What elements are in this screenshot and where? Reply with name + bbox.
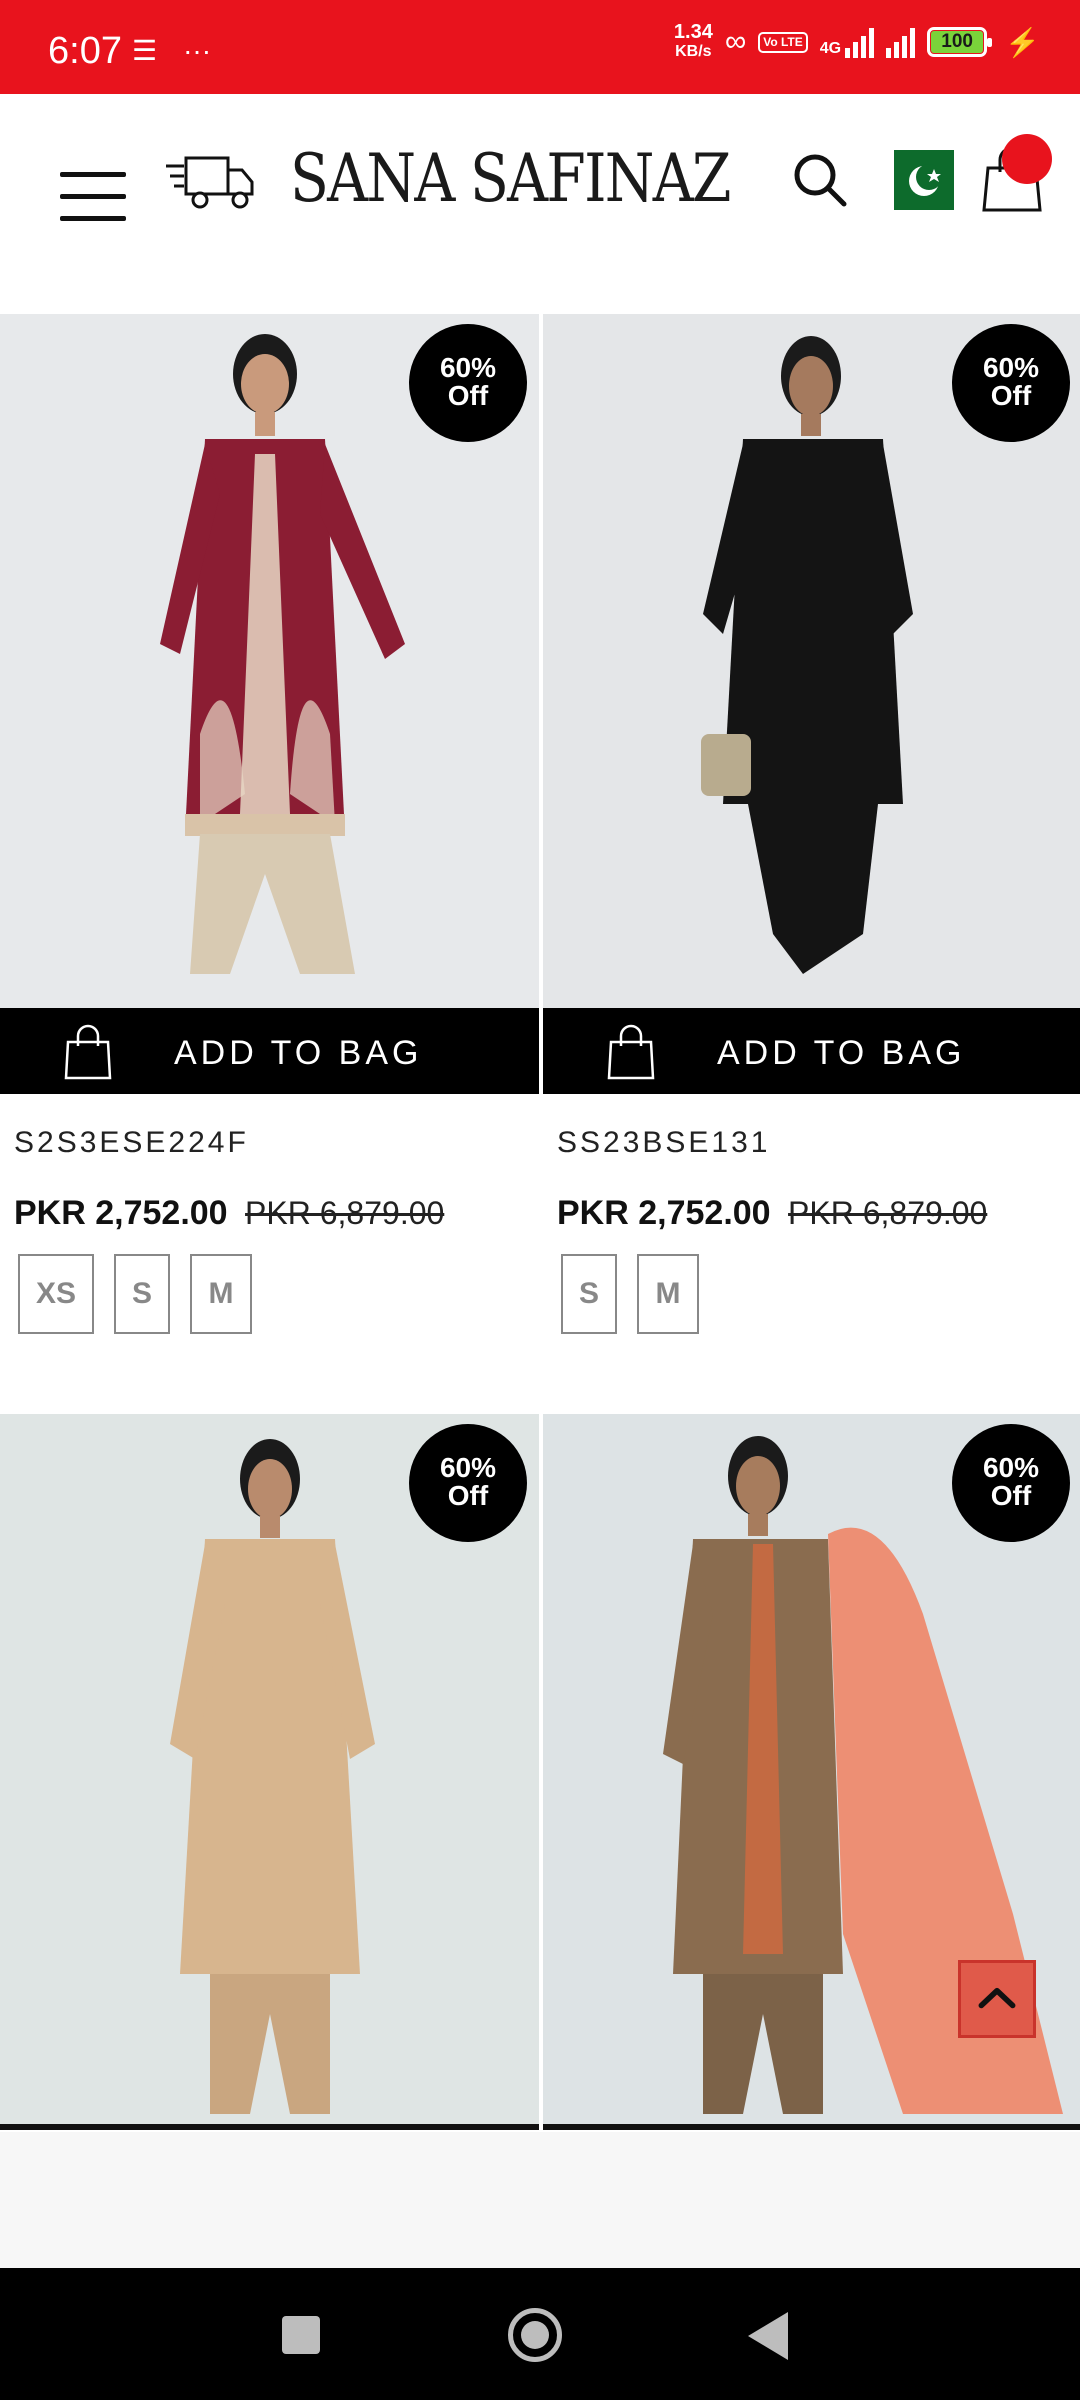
bag-icon [607,1024,655,1080]
scroll-to-top-button[interactable] [958,1960,1036,2038]
size-option-m[interactable]: M [190,1254,252,1334]
product-price: PKR 2,752.00 PKR 6,879.00 [14,1194,444,1233]
status-indicators: 1.34 KB/s ∞ Vo LTE 4G 100 ⚡ [674,22,1040,62]
cart-badge [1002,134,1052,184]
status-time: 6:07 [48,30,122,72]
product-card[interactable]: 60% Off [0,1414,539,2126]
bag-icon [64,1024,112,1080]
signal-bars-icon-2 [886,26,916,58]
original-price: PKR 6,879.00 [245,1195,445,1231]
speed-value: 1.34 [673,21,713,43]
signal-4g: 4G [819,26,875,58]
size-option-xs[interactable]: XS [18,1254,94,1334]
original-price: PKR 6,879.00 [788,1195,988,1231]
site-header: SANA SAFINAZ [0,94,1080,304]
speed-unit: KB/s [675,43,712,60]
product-card[interactable]: 60% Off ADD TO BAG S2S3ESE224F PKR 2,752… [0,314,539,1344]
battery-icon: 100 [927,27,993,57]
home-button[interactable] [508,2308,562,2362]
sale-price: PKR 2,752.00 [14,1194,228,1232]
back-button[interactable] [748,2312,788,2360]
discount-badge: 60% Off [409,1424,527,1542]
product-card-divider [0,2124,539,2130]
signal-bars-icon [845,26,875,58]
product-image[interactable]: 60% Off [0,314,539,1008]
size-option-s[interactable]: S [561,1254,617,1334]
system-nav-bar [0,2268,1080,2400]
add-to-bag-label: ADD TO BAG [174,1034,423,1072]
size-option-s[interactable]: S [114,1254,170,1334]
recents-button[interactable] [282,2316,320,2354]
network-type: 4G [819,40,842,57]
discount-badge: 60% Off [952,324,1070,442]
more-dots-icon: ··· [183,34,212,66]
brand-logo[interactable]: SANA SAFINAZ [290,140,731,217]
size-options: S M [561,1254,699,1334]
add-to-bag-label: ADD TO BAG [717,1034,966,1072]
delivery-truck-icon[interactable] [166,152,256,212]
sale-price: PKR 2,752.00 [557,1194,771,1232]
menu-icon[interactable] [60,172,126,221]
size-options: XS S M [18,1254,252,1334]
pakistan-flag-icon[interactable] [874,150,954,210]
product-sku[interactable]: S2S3ESE224F [14,1126,249,1160]
volte-icon: Vo LTE [758,31,808,53]
network-speed: 1.34 KB/s [674,22,713,62]
hotspot-icon: ∞ [724,25,747,58]
chevron-up-icon [978,1987,1016,2009]
page-footer-space [0,2132,1080,2268]
product-card-divider [543,2124,1080,2130]
discount-badge: 60% Off [952,1424,1070,1542]
product-price: PKR 2,752.00 PKR 6,879.00 [557,1194,987,1233]
charging-icon: ⚡ [1005,26,1040,58]
add-to-bag-button[interactable]: ADD TO BAG [0,1008,539,1094]
search-icon[interactable] [790,150,850,210]
status-notification-icons: ☰ ··· [132,34,211,67]
product-image[interactable]: 60% Off [543,314,1080,1008]
product-image[interactable]: 60% Off [0,1414,539,2126]
status-bar: 6:07 ☰ ··· 1.34 KB/s ∞ Vo LTE 4G 100 ⚡ [0,0,1080,94]
layers-icon: ☰ [132,35,158,66]
discount-badge: 60% Off [409,324,527,442]
size-option-m[interactable]: M [637,1254,699,1334]
product-card[interactable]: 60% Off ADD TO BAG SS23BSE131 PKR 2,752.… [543,314,1080,1344]
add-to-bag-button[interactable]: ADD TO BAG [543,1008,1080,1094]
battery-level: 100 [931,31,984,53]
product-sku[interactable]: SS23BSE131 [557,1126,770,1160]
